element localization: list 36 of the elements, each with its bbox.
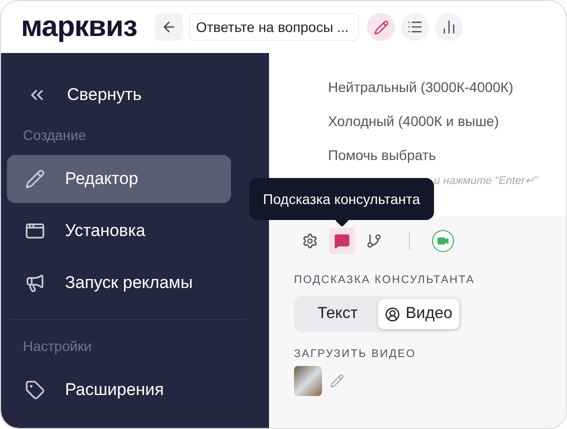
sidebar-item[interactable]: Запуск рекламы bbox=[7, 259, 231, 307]
back-button[interactable] bbox=[155, 13, 183, 41]
sidebar-item[interactable]: Редактор bbox=[7, 155, 231, 203]
answer-option[interactable]: Холодный (4000К и выше) bbox=[328, 112, 566, 130]
list-icon bbox=[407, 19, 423, 35]
collapse-button[interactable]: Свернуть bbox=[7, 77, 269, 113]
video-camera-icon bbox=[437, 235, 449, 247]
megaphone-icon bbox=[25, 273, 45, 293]
toolbar-button[interactable] bbox=[329, 228, 355, 254]
logo: марквиз bbox=[21, 10, 137, 44]
segment-tab[interactable]: Видео bbox=[378, 299, 459, 329]
answer-option[interactable]: Нейтральный (3000К-4000К) bbox=[328, 78, 566, 96]
section-title: Создание bbox=[22, 126, 88, 145]
input-hint: и нажмите “Enter↵” bbox=[434, 174, 538, 187]
photo-placeholder[interactable] bbox=[294, 366, 322, 396]
chat-bubble-icon bbox=[334, 233, 350, 249]
camera-button[interactable] bbox=[432, 230, 454, 252]
tooltip: Подсказка консультанта bbox=[249, 178, 434, 220]
section-heading: ПОДСКАЗКА КОНСУЛЬТАНТА bbox=[293, 274, 476, 286]
sidebar-item[interactable]: Установка bbox=[7, 207, 231, 255]
pencil-icon bbox=[374, 20, 388, 34]
pencil-icon bbox=[25, 169, 45, 189]
user-circle-icon bbox=[384, 306, 400, 322]
branch-icon bbox=[366, 233, 382, 249]
bar-chart-icon bbox=[441, 19, 457, 35]
upload-label: ЗАГРУЗИТЬ ВИДЕО bbox=[293, 348, 417, 360]
view-button[interactable] bbox=[435, 13, 463, 41]
tag-icon bbox=[25, 380, 45, 400]
sidebar-item[interactable]: Расширения bbox=[7, 366, 231, 414]
view-button[interactable] bbox=[367, 13, 395, 41]
section-title: Настройки bbox=[22, 337, 93, 356]
segment-tab[interactable]: Текст bbox=[297, 299, 378, 329]
title-field[interactable]: Ответьте на вопросы ... bbox=[189, 13, 359, 41]
settings-icon bbox=[302, 233, 318, 249]
answer-option[interactable]: Помочь выбрать bbox=[328, 146, 566, 164]
view-button[interactable] bbox=[401, 13, 429, 41]
